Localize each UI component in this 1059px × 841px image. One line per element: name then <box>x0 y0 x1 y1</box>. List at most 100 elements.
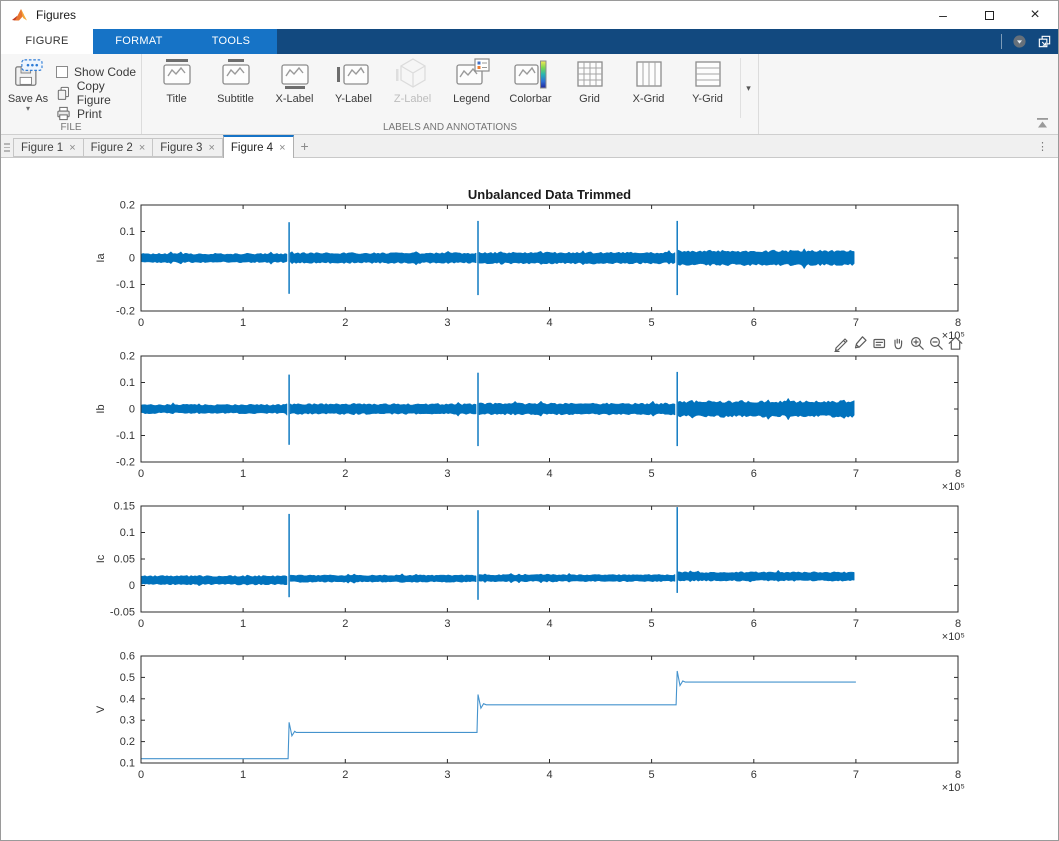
subplot-ib[interactable]: 0123456780.20.10-0.1-0.2Ib×10⁵ <box>81 348 981 494</box>
minimize-button[interactable]: – <box>920 1 966 29</box>
gallery-item-z-label: Z-Label <box>383 57 442 119</box>
svg-text:7: 7 <box>853 618 859 630</box>
svg-text:4: 4 <box>546 618 552 630</box>
new-figure-tab-button[interactable]: + <box>301 138 309 154</box>
gallery-item-colorbar[interactable]: Colorbar <box>501 57 560 119</box>
pan-icon[interactable] <box>890 335 907 352</box>
copy-figure-icon <box>56 85 71 100</box>
svg-text:-0.1: -0.1 <box>116 430 135 442</box>
gallery-overflow-button[interactable]: ▾ <box>740 58 756 118</box>
gallery-item-title[interactable]: Title <box>147 57 206 119</box>
gallery-item-y-grid[interactable]: Y-Grid <box>678 57 737 119</box>
datatip-icon[interactable] <box>871 335 888 352</box>
undock-icon[interactable] <box>1037 34 1052 49</box>
svg-text:3: 3 <box>444 769 450 781</box>
subplot-ia[interactable]: 0123456780.20.10-0.1-0.2Ia×10⁵ <box>81 197 981 343</box>
svg-text:0.15: 0.15 <box>114 501 135 513</box>
ribbon-tab-tools[interactable]: TOOLS <box>185 29 277 54</box>
matlab-logo-icon <box>11 7 28 23</box>
colorbar-icon <box>511 57 551 93</box>
save-as-caret-icon[interactable]: ▾ <box>7 105 49 113</box>
z-label-icon <box>393 57 433 93</box>
file-section: Save As ▾ Show Code Copy Figure <box>1 54 142 134</box>
figure-tab-label: Figure 3 <box>160 142 202 154</box>
maximize-button[interactable] <box>966 1 1012 29</box>
y-grid-icon <box>688 57 728 93</box>
x-grid-icon <box>629 57 669 93</box>
checkbox-icon[interactable] <box>56 66 68 78</box>
svg-text:-0.2: -0.2 <box>116 306 135 318</box>
gallery-item-x-grid[interactable]: X-Grid <box>619 57 678 119</box>
svg-text:2: 2 <box>342 317 348 329</box>
svg-text:5: 5 <box>649 769 655 781</box>
x-axis-exponent: ×10⁵ <box>942 782 965 794</box>
tab-grip-icon[interactable] <box>1 138 13 157</box>
y-label-icon <box>334 57 374 93</box>
close-button[interactable]: × <box>1012 1 1058 29</box>
subplot-v[interactable]: 0123456780.60.50.40.30.20.1V×10⁵ <box>81 648 981 795</box>
print-label: Print <box>77 107 102 121</box>
close-tab-icon[interactable]: × <box>279 142 285 154</box>
figure-tab-1[interactable]: Figure 1 × <box>13 138 84 157</box>
close-tab-icon[interactable]: × <box>69 142 75 154</box>
svg-text:7: 7 <box>853 769 859 781</box>
home-icon[interactable] <box>947 335 964 352</box>
svg-text:0: 0 <box>138 618 144 630</box>
zoom-out-icon[interactable] <box>928 335 945 352</box>
gallery-item-label: Subtitle <box>217 93 254 105</box>
title-bar: Figures – × <box>1 1 1058 29</box>
svg-text:0: 0 <box>138 468 144 480</box>
figure-tab-bar: Figure 1×Figure 2×Figure 3×Figure 4× + ⋮ <box>1 135 1058 158</box>
figure-tab-label: Figure 2 <box>91 142 133 154</box>
subtitle-icon <box>216 57 256 93</box>
y-axis-label: V <box>95 705 107 713</box>
svg-text:5: 5 <box>649 618 655 630</box>
y-axis-label: Ia <box>95 253 107 263</box>
export-icon[interactable] <box>833 335 850 352</box>
save-as-icon <box>12 59 44 87</box>
ribbon-tab-figure[interactable]: FIGURE <box>1 29 93 54</box>
svg-text:0.1: 0.1 <box>120 226 135 238</box>
ribbon-tab-format[interactable]: FORMAT <box>93 29 185 54</box>
figures-window: Figures – × FIGUREFORMATTOOLS <box>0 0 1059 841</box>
brush-icon[interactable] <box>852 335 869 352</box>
gallery-item-y-label[interactable]: Y-Label <box>324 57 383 119</box>
svg-text:0.2: 0.2 <box>120 200 135 212</box>
figure-tab-4[interactable]: Figure 4× <box>223 135 294 158</box>
svg-text:1: 1 <box>240 618 246 630</box>
gallery-item-x-label[interactable]: X-Label <box>265 57 324 119</box>
title-icon <box>157 57 197 93</box>
svg-text:0: 0 <box>138 769 144 781</box>
svg-text:0.3: 0.3 <box>120 715 135 727</box>
gallery-item-label: X-Label <box>276 93 314 105</box>
svg-text:1: 1 <box>240 468 246 480</box>
tab-overflow-menu[interactable]: ⋮ <box>1037 140 1048 153</box>
y-axis-label: Ib <box>95 404 107 413</box>
x-axis-exponent: ×10⁵ <box>942 481 965 493</box>
legend-icon <box>452 57 492 93</box>
zoom-in-icon[interactable] <box>909 335 926 352</box>
gallery-item-grid[interactable]: Grid <box>560 57 619 119</box>
gallery-item-legend[interactable]: Legend <box>442 57 501 119</box>
close-tab-icon[interactable]: × <box>139 142 145 154</box>
subplot-ic[interactable]: 0123456780.150.10.050-0.05Ic×10⁵ <box>81 498 981 644</box>
svg-text:0.2: 0.2 <box>120 351 135 363</box>
gallery-item-subtitle[interactable]: Subtitle <box>206 57 265 119</box>
quick-access-icon[interactable] <box>1012 34 1027 49</box>
save-as-button[interactable]: Save As ▾ <box>7 59 49 113</box>
svg-text:0.1: 0.1 <box>120 377 135 389</box>
figure-tab-3[interactable]: Figure 3 × <box>153 138 223 157</box>
svg-text:1: 1 <box>240 317 246 329</box>
figure-tab-label: Figure 1 <box>21 142 63 154</box>
y-axis-label: Ic <box>95 554 107 563</box>
svg-text:5: 5 <box>649 468 655 480</box>
svg-text:0: 0 <box>129 253 135 265</box>
collapse-ribbon-button[interactable] <box>1035 117 1050 130</box>
close-tab-icon[interactable]: × <box>208 142 214 154</box>
show-code-label: Show Code <box>74 65 136 79</box>
copy-figure-button[interactable]: Copy Figure <box>56 82 141 103</box>
svg-text:0.2: 0.2 <box>120 736 135 748</box>
svg-text:3: 3 <box>444 618 450 630</box>
figure-tab-2[interactable]: Figure 2 × <box>84 138 154 157</box>
svg-text:0.4: 0.4 <box>120 693 135 705</box>
